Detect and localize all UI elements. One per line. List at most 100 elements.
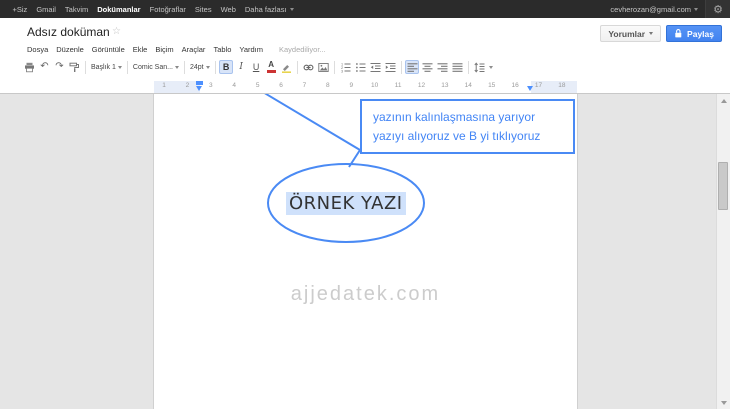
- ruler-number: 12: [417, 82, 426, 89]
- ruler[interactable]: 1 2 3 4 5 6 7 8 9 10 11 12 13 14 15 16 1…: [0, 78, 730, 94]
- toolbar-separator: [183, 60, 185, 74]
- settings-button[interactable]: ⚙: [706, 0, 730, 18]
- line-spacing-button[interactable]: [472, 60, 486, 74]
- menu-item-dosya[interactable]: Dosya: [23, 45, 52, 54]
- comments-button[interactable]: Yorumlar: [600, 25, 662, 42]
- font-size-value: 24pt: [189, 63, 204, 71]
- bold-button[interactable]: B: [219, 60, 234, 74]
- justify-button[interactable]: [450, 60, 464, 74]
- outdent-button[interactable]: [368, 60, 382, 74]
- gbar-item-sites[interactable]: Sites: [190, 5, 216, 14]
- gbar-item-documents[interactable]: Dokümanlar: [93, 5, 145, 14]
- scrollbar[interactable]: [716, 94, 730, 409]
- comments-label: Yorumlar: [608, 28, 646, 39]
- line-spacing-icon: [474, 61, 485, 73]
- ruler-number: 13: [441, 82, 449, 89]
- menu-item-ekle[interactable]: Ekle: [129, 45, 152, 54]
- gbar-item-photos[interactable]: Fotoğraflar: [145, 5, 190, 14]
- text-color-button[interactable]: A: [264, 60, 278, 74]
- underline-label: U: [252, 62, 260, 72]
- numbered-list-icon: 123: [341, 62, 351, 73]
- ruler-number: 5: [255, 82, 260, 89]
- ruler-number: 8: [326, 82, 330, 89]
- align-left-icon: [407, 62, 418, 72]
- paint-format-button[interactable]: [68, 60, 82, 74]
- redo-button[interactable]: ↷: [53, 60, 67, 74]
- scroll-down-button[interactable]: [717, 396, 730, 409]
- insert-image-button[interactable]: [316, 60, 330, 74]
- menu-item-bicim[interactable]: Biçim: [151, 45, 177, 54]
- ruler-number: 9: [349, 82, 354, 89]
- align-left-button[interactable]: [405, 60, 420, 74]
- first-line-indent-marker[interactable]: [196, 81, 203, 85]
- save-status: Kaydediliyor...: [279, 44, 326, 54]
- italic-label: I: [239, 62, 243, 72]
- lock-icon: [675, 29, 682, 38]
- bullet-list-button[interactable]: [353, 60, 367, 74]
- account-menu[interactable]: cevherozan@gmail.com: [603, 0, 705, 18]
- italic-button[interactable]: I: [234, 60, 248, 74]
- scroll-up-button[interactable]: [717, 94, 730, 107]
- menu-item-duzenle[interactable]: Düzenle: [52, 45, 88, 54]
- gbar-item-more[interactable]: Daha fazlası: [240, 5, 298, 14]
- gbar-more-label: Daha fazlası: [244, 4, 287, 14]
- bullet-list-icon: [355, 62, 366, 72]
- star-icon[interactable]: ☆: [112, 26, 121, 37]
- toolbar-separator: [467, 60, 469, 74]
- indent-button[interactable]: [383, 60, 397, 74]
- ruler-number: 3: [209, 82, 213, 89]
- ruler-number: 7: [302, 82, 307, 89]
- image-icon: [317, 62, 329, 72]
- toolbar-separator: [85, 60, 86, 74]
- arrow-up-icon: [720, 98, 727, 103]
- insert-link-button[interactable]: [301, 60, 315, 74]
- toolbar-separator: [296, 60, 298, 74]
- ruler-number: 1: [162, 82, 166, 89]
- left-indent-marker[interactable]: [196, 85, 202, 91]
- ruler-number: 2: [185, 82, 190, 89]
- highlight-color-button[interactable]: [279, 60, 293, 74]
- menu-item-yardim[interactable]: Yardım: [235, 45, 267, 54]
- ruler-number: 10: [371, 82, 379, 89]
- undo-button[interactable]: ↶: [38, 60, 52, 74]
- gbar-item-plus-you[interactable]: +Siz: [8, 5, 32, 14]
- caret-down-icon: [174, 65, 179, 69]
- indent-icon: [385, 62, 396, 72]
- right-indent-marker[interactable]: [527, 85, 533, 91]
- style-dropdown[interactable]: Başlık 1: [89, 60, 124, 74]
- menubar: Dosya Düzenle Görüntüle Ekle Biçim Araçl…: [23, 43, 326, 55]
- marker-icon: [281, 64, 291, 73]
- toolbar-separator: [400, 60, 402, 74]
- numbered-list-button[interactable]: 123: [338, 60, 352, 74]
- gbar-item-calendar[interactable]: Takvim: [60, 5, 92, 14]
- menu-item-araclar[interactable]: Araçlar: [178, 45, 210, 54]
- share-label: Paylaş: [687, 28, 714, 39]
- gbar-item-gmail[interactable]: Gmail: [32, 5, 61, 14]
- underline-button[interactable]: U: [249, 60, 263, 74]
- ruler-number: 4: [232, 82, 237, 89]
- align-right-button[interactable]: [435, 60, 449, 74]
- align-center-icon: [422, 62, 433, 72]
- print-button[interactable]: [23, 60, 37, 74]
- annotation-callout: yazının kalınlaşmasına yarıyor yazıyı al…: [360, 99, 575, 154]
- google-docs-app: +Siz Gmail Takvim Dokümanlar Fotoğraflar…: [0, 0, 730, 409]
- menu-item-tablo[interactable]: Tablo: [209, 45, 235, 54]
- scrollbar-thumb[interactable]: [718, 162, 728, 210]
- gbar-item-web[interactable]: Web: [216, 5, 240, 14]
- align-right-icon: [437, 62, 448, 72]
- document-title[interactable]: Adsız doküman: [27, 25, 110, 39]
- header-buttons: Yorumlar Paylaş: [600, 25, 722, 42]
- google-bar-right: cevherozan@gmail.com ⚙: [603, 0, 730, 18]
- share-button[interactable]: Paylaş: [666, 25, 722, 42]
- undo-icon: ↶: [40, 61, 49, 72]
- caret-down-icon: [488, 65, 493, 69]
- google-bar-nav: +Siz Gmail Takvim Dokümanlar Fotoğraflar…: [0, 0, 298, 18]
- align-center-button[interactable]: [420, 60, 434, 74]
- font-dropdown[interactable]: Comic San...: [131, 60, 181, 74]
- menu-item-goruntule[interactable]: Görüntüle: [88, 45, 129, 54]
- caret-down-icon: [649, 32, 654, 35]
- selected-sample-text[interactable]: ÖRNEK YAZI: [286, 192, 406, 215]
- toolbar: ↶ ↷ Başlık 1 Comic San... 24pt B I U A 1…: [22, 57, 493, 77]
- paint-roller-icon: [69, 62, 79, 72]
- font-size-dropdown[interactable]: 24pt: [188, 60, 212, 74]
